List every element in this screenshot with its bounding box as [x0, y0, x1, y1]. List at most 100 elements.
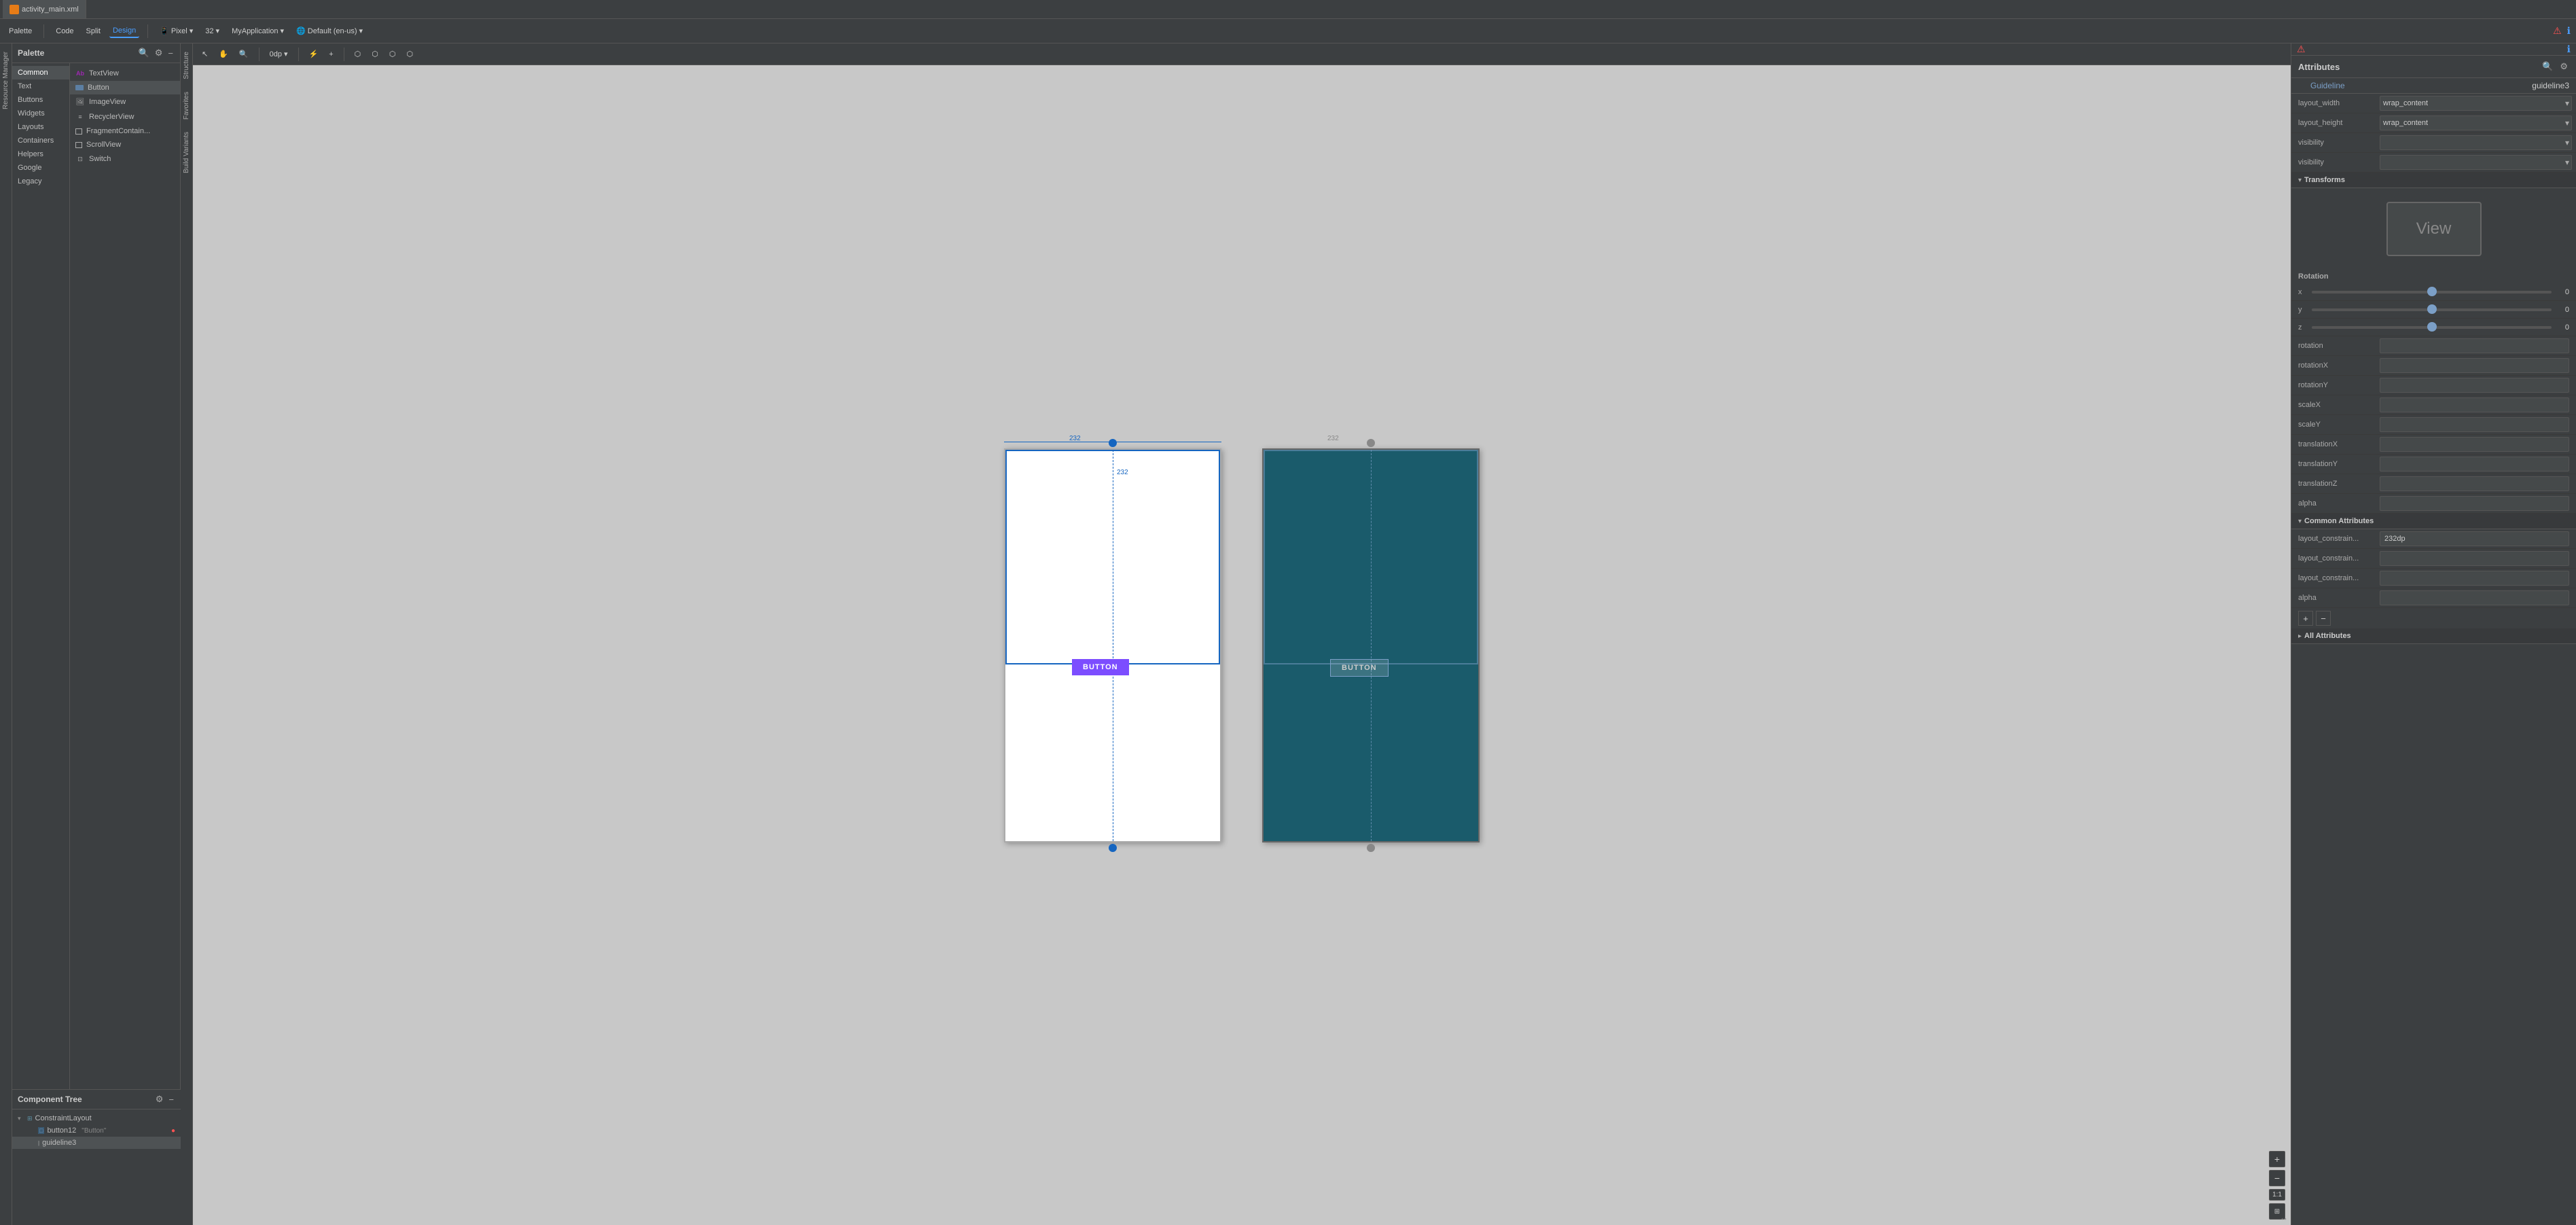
scalex-input[interactable] [2380, 397, 2569, 412]
tree-item-constraintlayout[interactable]: ▾ ⊞ ConstraintLayout [12, 1112, 181, 1124]
attr-remove-btn[interactable]: − [2316, 611, 2331, 626]
align-horiz-btn[interactable]: ⬡ [386, 48, 399, 60]
scaley-input[interactable] [2380, 417, 2569, 432]
cat-buttons[interactable]: Buttons [12, 93, 69, 107]
attr-panel-title: Attributes [2298, 62, 2537, 72]
component-tree-section: Component Tree ⚙ − ▾ ⊞ ConstraintLayout … [12, 1089, 181, 1225]
attr-row-rotation: rotation [2291, 336, 2576, 356]
favorites-tab[interactable]: Favorites [181, 86, 192, 125]
rotation-y-thumb[interactable] [2427, 304, 2437, 314]
layout-height-dropdown[interactable]: wrap_content match_parent match_constrai… [2380, 116, 2572, 130]
translationy-input[interactable] [2380, 457, 2569, 472]
cat-containers[interactable]: Containers [12, 134, 69, 147]
palette-item-imageview[interactable]: 🖼 ImageView [70, 94, 180, 109]
fragmentcontainer-label: FragmentContain... [86, 127, 150, 135]
attr-search-btn[interactable]: 🔍 [2541, 60, 2554, 73]
cat-text[interactable]: Text [12, 79, 69, 93]
translationz-input[interactable] [2380, 476, 2569, 491]
pan-mode-btn[interactable]: ✋ [215, 48, 232, 60]
design-view-btn[interactable]: Design [109, 24, 139, 38]
rotationx-input[interactable] [2380, 358, 2569, 373]
cat-legacy[interactable]: Legacy [12, 175, 69, 188]
palette-item-scrollview[interactable]: ScrollView [70, 138, 180, 152]
rotation-y-slider[interactable] [2312, 308, 2552, 311]
constraintlayout-icon: ⊞ [27, 1115, 33, 1122]
attr-row-constrain-2: layout_constrain... [2291, 549, 2576, 569]
visibility-2-dropdown[interactable]: visible invisible gone [2380, 155, 2572, 170]
constrain-3-input[interactable] [2380, 571, 2569, 586]
structure-tab[interactable]: Structure [181, 46, 192, 85]
device-selector-btn[interactable]: 📱 Pixel ▾ [156, 24, 196, 37]
split-view-btn[interactable]: Split [83, 25, 104, 37]
palette-item-recyclerview[interactable]: ≡ RecyclerView [70, 109, 180, 124]
constrain-2-input[interactable] [2380, 551, 2569, 566]
dark-constraint-label: 232 [1327, 435, 1339, 442]
resource-manager-tab[interactable]: Resource Manager [1, 46, 11, 115]
rotationy-input[interactable] [2380, 378, 2569, 393]
constrain-1-input[interactable] [2380, 531, 2569, 546]
zoom-out-btn[interactable]: − [2269, 1170, 2285, 1186]
rotation-z-thumb[interactable] [2427, 322, 2437, 332]
rotation-z-slider[interactable] [2312, 326, 2552, 329]
alpha-common-input[interactable] [2380, 590, 2569, 605]
info-icon[interactable]: ℹ [2567, 25, 2571, 37]
palette-item-fragmentcontainer[interactable]: FragmentContain... [70, 124, 180, 138]
file-tab[interactable]: activity_main.xml [3, 0, 86, 18]
transforms-section-header[interactable]: ▾ Transforms [2291, 173, 2576, 188]
zoom-mode-btn[interactable]: 🔍 [236, 48, 252, 60]
rotation-x-slider[interactable] [2312, 291, 2552, 294]
translationy-value [2380, 457, 2569, 472]
api-level-btn[interactable]: 32 ▾ [202, 24, 223, 37]
layout-width-dropdown[interactable]: wrap_content match_parent match_constrai… [2380, 96, 2572, 111]
attr-row-constrain-3: layout_constrain... [2291, 569, 2576, 588]
guideline-handle-bottom[interactable] [1109, 844, 1117, 852]
zoom-ratio-label[interactable]: 1:1 [2269, 1189, 2285, 1201]
palette-toggle-btn[interactable]: Palette [5, 25, 35, 37]
all-attributes-section-header[interactable]: ▸ All Attributes [2291, 628, 2576, 644]
tree-item-guideline3[interactable]: ▸ | guideline3 [12, 1137, 181, 1149]
button-widget-dark[interactable]: BUTTON [1330, 659, 1389, 677]
code-view-btn[interactable]: Code [52, 25, 77, 37]
translationx-input[interactable] [2380, 437, 2569, 452]
app-theme-btn[interactable]: MyApplication ▾ [228, 24, 287, 37]
align-top-btn[interactable]: ⬡ [368, 48, 382, 60]
cat-common[interactable]: Common [12, 66, 69, 79]
cat-helpers[interactable]: Helpers [12, 147, 69, 161]
margin-btn[interactable]: 0dp ▾ [266, 48, 291, 60]
palette-item-switch[interactable]: ⊡ Switch [70, 152, 180, 166]
palette-settings-btn[interactable]: ⚙ [154, 46, 164, 60]
rotation-x-thumb[interactable] [2427, 287, 2437, 296]
palette-minimize-btn[interactable]: − [166, 47, 175, 60]
layout-height-value: wrap_content match_parent match_constrai… [2380, 116, 2569, 130]
palette-item-button[interactable]: Button [70, 81, 180, 94]
build-variants-tab[interactable]: Build Variants [181, 126, 192, 179]
align-vert-btn[interactable]: ⬡ [403, 48, 416, 60]
attr-settings-btn[interactable]: ⚙ [2558, 60, 2569, 73]
button-widget-light[interactable]: BUTTON [1072, 659, 1129, 675]
alpha-transforms-input[interactable] [2380, 496, 2569, 511]
visibility-2-label: visibility [2298, 158, 2380, 166]
tree-item-button12[interactable]: ▸ □ button12 "Button" ● [12, 1124, 181, 1137]
add-constraint-btn[interactable]: + [325, 48, 336, 60]
guideline-handle-top[interactable] [1109, 439, 1117, 447]
cat-google[interactable]: Google [12, 161, 69, 175]
rotation-input[interactable] [2380, 338, 2569, 353]
dark-guideline-handle-bottom[interactable] [1367, 844, 1375, 852]
warning-icon[interactable]: ⚠ [2553, 25, 2562, 37]
palette-item-textview[interactable]: Ab TextView [70, 66, 180, 81]
cat-layouts[interactable]: Layouts [12, 120, 69, 134]
dark-guideline-handle-top[interactable] [1367, 439, 1375, 447]
palette-search-btn[interactable]: 🔍 [137, 46, 151, 60]
visibility-1-dropdown[interactable]: visible invisible gone [2380, 135, 2572, 150]
cat-widgets[interactable]: Widgets [12, 107, 69, 120]
constrain-1-value [2380, 531, 2569, 546]
locale-btn[interactable]: 🌐 Default (en-us) ▾ [293, 24, 366, 37]
infer-constraints-btn[interactable]: ⚡ [306, 48, 322, 60]
align-start-btn[interactable]: ⬡ [351, 48, 365, 60]
attr-add-btn[interactable]: + [2298, 611, 2313, 626]
tree-settings-btn[interactable]: ⚙ [154, 1093, 165, 1106]
zoom-in-btn[interactable]: + [2269, 1151, 2285, 1167]
tree-minimize-btn[interactable]: − [167, 1093, 175, 1106]
select-mode-btn[interactable]: ↖ [198, 48, 211, 60]
common-attributes-section-header[interactable]: ▾ Common Attributes [2291, 514, 2576, 529]
